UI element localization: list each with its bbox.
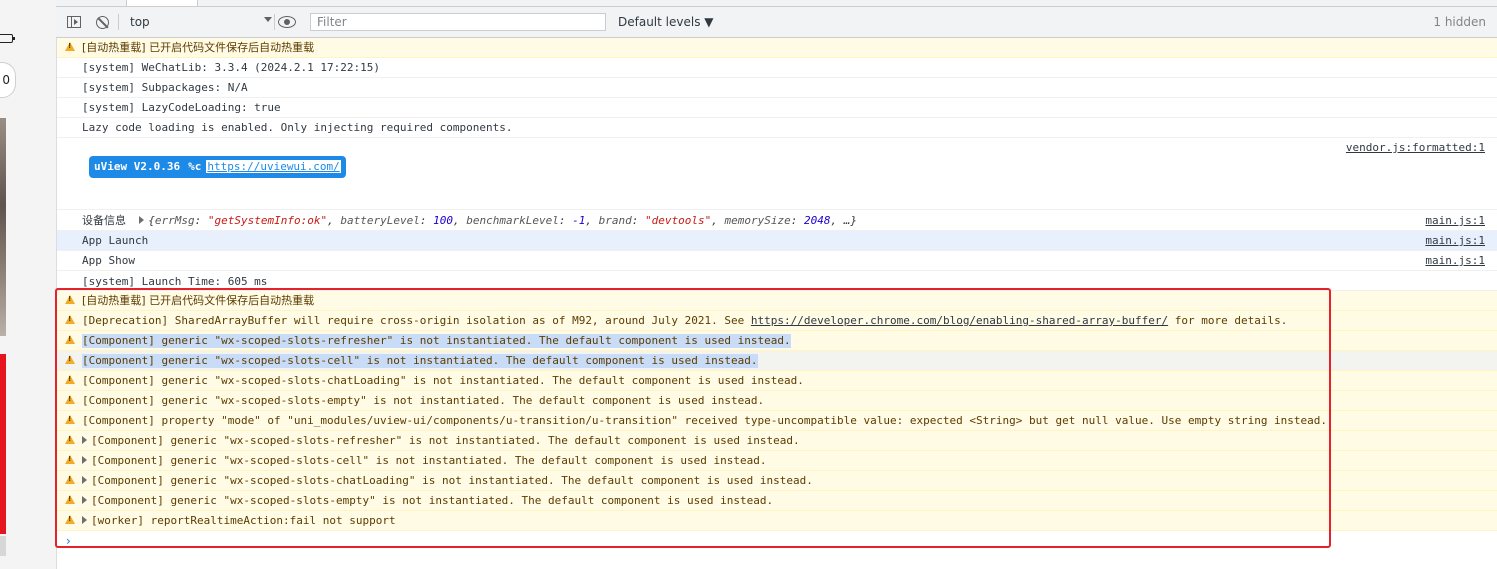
eye-icon — [278, 16, 296, 28]
warning-icon — [65, 335, 75, 344]
warning-icon — [65, 42, 75, 51]
console-message[interactable]: [system] Subpackages: N/A — [57, 78, 1497, 98]
toolbar-divider — [274, 14, 275, 30]
expand-triangle-icon[interactable] — [82, 456, 87, 464]
console-message-device-info[interactable]: 设备信息 {errMsg: "getSystemInfo:ok", batter… — [57, 210, 1497, 231]
console-output: [自动热重载] 已开启代码文件保存后自动热重载 [system] WeChatL… — [57, 38, 1497, 569]
uview-badge: uView V2.0.36 %c https://uviewui.com/ — [89, 156, 346, 178]
toolbar-divider — [118, 14, 119, 30]
warning-icon — [65, 515, 75, 524]
warning-icon — [65, 455, 75, 464]
console-toolbar: top Default levels ▼ 1 hidden — [56, 7, 1497, 38]
console-message[interactable]: Lazy code loading is enabled. Only injec… — [57, 118, 1497, 138]
console-message[interactable]: [自动热重载] 已开启代码文件保存后自动热重载 — [57, 38, 1497, 58]
expand-triangle-icon[interactable] — [82, 436, 87, 444]
console-message[interactable]: [Component] generic "wx-scoped-slots-cel… — [57, 351, 1497, 371]
sidebar-toggle-button[interactable] — [65, 13, 83, 31]
selected-text: [Component] generic "wx-scoped-slots-cel… — [82, 354, 758, 368]
console-message[interactable]: App Launch main.js:1 — [57, 231, 1497, 251]
simulator-card — [0, 536, 6, 556]
tab-console[interactable] — [126, 0, 198, 6]
warning-icon — [65, 415, 75, 424]
warning-icon — [65, 475, 75, 484]
console-message[interactable]: [Component] property "mode" of "uni_modu… — [57, 411, 1497, 431]
source-link[interactable]: main.js:1 — [1425, 254, 1485, 268]
console-message[interactable]: App Show main.js:1 — [57, 251, 1497, 271]
object-preview[interactable]: {errMsg: "getSystemInfo:ok", batteryLeve… — [148, 214, 857, 227]
simulator-panel: 0 — [0, 0, 57, 569]
simulator-banner — [0, 354, 6, 534]
context-selector[interactable]: top — [126, 14, 272, 30]
deprecation-link[interactable]: https://developer.chrome.com/blog/enabli… — [751, 314, 1168, 327]
console-message[interactable]: [system] WeChatLib: 3.3.4 (2024.2.1 17:2… — [57, 58, 1497, 78]
console-message[interactable]: [system] Launch Time: 605 ms — [57, 271, 1497, 291]
console-message[interactable]: [Component] generic "wx-scoped-slots-cha… — [57, 371, 1497, 391]
expand-triangle-icon[interactable] — [82, 516, 87, 524]
expand-triangle-icon[interactable] — [82, 476, 87, 484]
simulator-image — [0, 118, 6, 336]
console-message[interactable]: [自动热重载] 已开启代码文件保存后自动热重载 — [57, 291, 1497, 311]
clear-console-icon — [95, 15, 109, 29]
warning-icon — [65, 355, 75, 364]
warning-icon — [65, 435, 75, 444]
source-link[interactable]: main.js:1 — [1425, 214, 1485, 228]
warning-icon — [65, 495, 75, 504]
capsule-button[interactable]: 0 — [0, 62, 16, 98]
sidebar-toggle-icon — [67, 16, 81, 28]
console-message[interactable]: [Component] generic "wx-scoped-slots-ref… — [57, 431, 1497, 451]
live-expression-button[interactable] — [278, 13, 296, 31]
context-value: top — [130, 15, 150, 29]
console-message[interactable]: [worker] reportRealtimeAction:fail not s… — [57, 511, 1497, 531]
warning-icon — [65, 295, 75, 304]
clear-console-button[interactable] — [93, 13, 111, 31]
warning-icon — [65, 395, 75, 404]
console-message[interactable]: [Component] generic "wx-scoped-slots-emp… — [57, 491, 1497, 511]
prompt-chevron-icon[interactable]: › — [66, 534, 71, 548]
selected-text: [Component] generic "wx-scoped-slots-ref… — [82, 334, 791, 348]
warning-icon — [65, 375, 75, 384]
console-message[interactable]: [Component] generic "wx-scoped-slots-cha… — [57, 471, 1497, 491]
console-message[interactable]: [Component] generic "wx-scoped-slots-ref… — [57, 331, 1497, 351]
uview-url-link[interactable]: https://uviewui.com/ — [206, 160, 341, 173]
source-link[interactable]: vendor.js:formatted:1 — [1346, 141, 1485, 155]
filter-input[interactable] — [310, 13, 606, 31]
expand-triangle-icon[interactable] — [82, 496, 87, 504]
console-message[interactable]: [Deprecation] SharedArrayBuffer will req… — [57, 311, 1497, 331]
devtools-tab-bar — [56, 0, 1497, 7]
log-levels-dropdown[interactable]: Default levels ▼ — [618, 15, 714, 29]
expand-triangle-icon[interactable] — [139, 216, 145, 224]
console-message[interactable]: [Component] generic "wx-scoped-slots-emp… — [57, 391, 1497, 411]
warning-icon — [65, 315, 75, 324]
source-link[interactable]: main.js:1 — [1425, 234, 1485, 248]
console-message[interactable]: [system] LazyCodeLoading: true — [57, 98, 1497, 118]
battery-icon — [0, 34, 15, 43]
hidden-count[interactable]: 1 hidden — [1433, 15, 1486, 29]
console-message[interactable]: [Component] generic "wx-scoped-slots-cel… — [57, 451, 1497, 471]
dropdown-arrow-icon — [264, 17, 272, 22]
